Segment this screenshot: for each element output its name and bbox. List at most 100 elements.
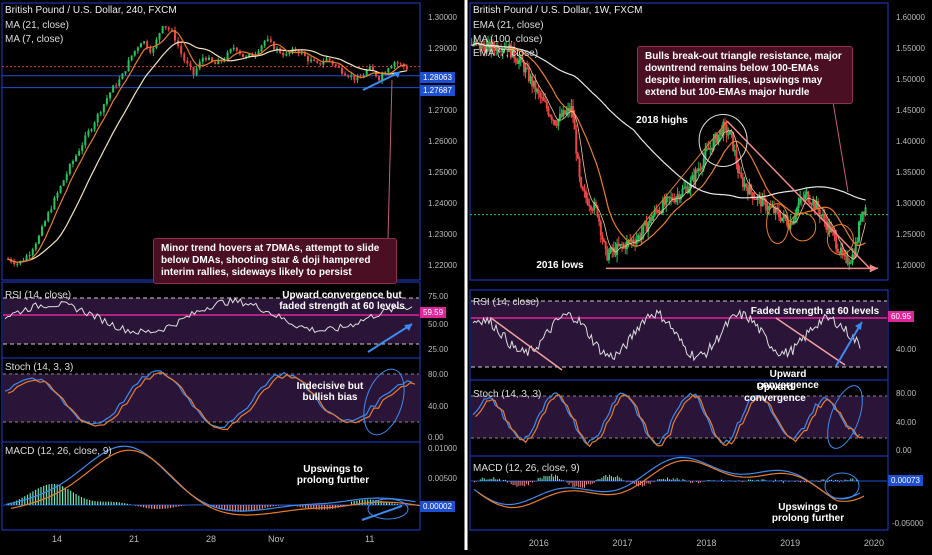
right-macd-bar [480, 479, 481, 481]
left-candle [47, 212, 49, 221]
right-macd-bar [516, 481, 517, 487]
right-macd-bar [532, 481, 533, 483]
right-macd-bar [804, 481, 805, 482]
right-macd-bar [814, 481, 815, 482]
right-macd-bar [729, 480, 730, 481]
right-rsi-tick: 40.00 [896, 345, 916, 354]
right-macd-bar [708, 480, 709, 481]
right-macd-bar [547, 476, 548, 481]
right-macd-bar [721, 480, 722, 481]
right-macd-bar [578, 481, 579, 487]
right-legend-ma100: MA (100, close) [473, 34, 542, 46]
right-macd-bar [520, 481, 521, 486]
left-macd-bar [73, 492, 74, 505]
right-ytick: 1.50000 [896, 75, 925, 84]
left-candle [347, 75, 349, 76]
left-macd-label: MACD (12, 26, close, 9) [5, 446, 112, 458]
right-xtick: 2018 [696, 538, 716, 548]
left-candle [282, 53, 284, 56]
right-macd-bar [588, 481, 589, 484]
right-macd-bar [528, 481, 529, 485]
right-macd-bar [495, 479, 496, 481]
right-legend-ema21: EMA (21, close) [473, 20, 544, 32]
left-candle [38, 236, 40, 244]
right-macd-bar [700, 481, 701, 483]
right-macd-bar [644, 481, 645, 486]
right-rsi-note: Faded strength at 60 levels [745, 306, 885, 317]
left-candle [16, 264, 18, 265]
left-rsi-tick: 75.00 [428, 292, 448, 301]
right-candle [582, 187, 584, 190]
left-candle [288, 53, 290, 54]
right-candle [603, 240, 605, 242]
left-macd-bar [273, 505, 274, 506]
right-macd-bar [690, 481, 691, 483]
right-macd-bar [816, 480, 817, 481]
left-candle [60, 186, 62, 193]
left-macd-bar [148, 505, 149, 508]
right-macd-bar [684, 480, 685, 481]
left-candle [41, 226, 43, 235]
left-macd-bar [138, 505, 139, 506]
right-macd-bar [482, 478, 483, 481]
right-macd-bar [607, 477, 608, 481]
left-candle [350, 75, 352, 76]
left-candle [270, 39, 272, 42]
right-legend-ema7: EMA (7, close) [473, 48, 538, 60]
right-macd-bar [497, 479, 498, 481]
left-macd-bar [116, 502, 117, 505]
right-macd-tick: -0.05000 [892, 519, 924, 528]
left-candle [261, 46, 263, 52]
left-candle [121, 74, 123, 80]
left-macd-bar [108, 502, 109, 505]
right-candle [848, 264, 850, 265]
right-macd-bar [839, 481, 840, 482]
left-macd-bar [319, 505, 320, 510]
left-candle [233, 48, 235, 49]
right-macd-bar [540, 478, 541, 481]
right-macd-bar [713, 480, 714, 481]
right-macd-bar [709, 480, 710, 481]
right-macd-bar [735, 481, 736, 482]
left-macd-bar [256, 505, 257, 510]
right-candle [745, 184, 747, 188]
left-macd-bar [305, 505, 306, 508]
left-candle [90, 129, 92, 131]
right-macd-bar [488, 479, 489, 481]
right-candle [587, 198, 589, 205]
left-candle [109, 93, 111, 99]
right-macd-bar [823, 479, 824, 481]
right-candle [701, 168, 703, 170]
left-rsi-value-badge: 59.59 [420, 307, 446, 318]
left-candle [106, 98, 108, 104]
right-stoch-tick: 80.00 [896, 389, 916, 398]
right-candle [601, 235, 603, 239]
left-candle [66, 174, 68, 180]
left-macd-note: Upswings to prolong further [288, 464, 378, 486]
left-candle [341, 68, 343, 74]
right-candle [575, 130, 577, 154]
left-macd-bar [151, 505, 152, 509]
left-candle [279, 48, 281, 52]
right-macd-bar [682, 479, 683, 481]
right-stoch-label: Stoch (14, 3, 3) [473, 389, 541, 401]
right-macd-bar [513, 481, 514, 485]
right-stoch-tick: 40.00 [896, 418, 916, 427]
right-macd-note: Upswings to prolong further [768, 502, 848, 524]
right-ytick: 1.25000 [896, 230, 925, 239]
left-macd-bar [165, 505, 166, 509]
left-ytick: 1.26000 [428, 137, 457, 146]
left-candle [369, 67, 371, 70]
right-macd-bar [630, 481, 631, 482]
right-candle [600, 222, 602, 236]
left-candle [310, 60, 312, 62]
right-macd-bar [789, 481, 790, 482]
right-macd-bar [553, 477, 554, 481]
right-macd-bar [679, 480, 680, 481]
left-candle [69, 164, 71, 174]
left-macd-bar [146, 505, 147, 508]
left-candle [335, 64, 337, 65]
right-ytick: 1.35000 [896, 168, 925, 177]
right-chart-title: British Pound / U.S. Dollar, 1W, FXCM [473, 5, 643, 17]
right-candle [824, 214, 826, 221]
